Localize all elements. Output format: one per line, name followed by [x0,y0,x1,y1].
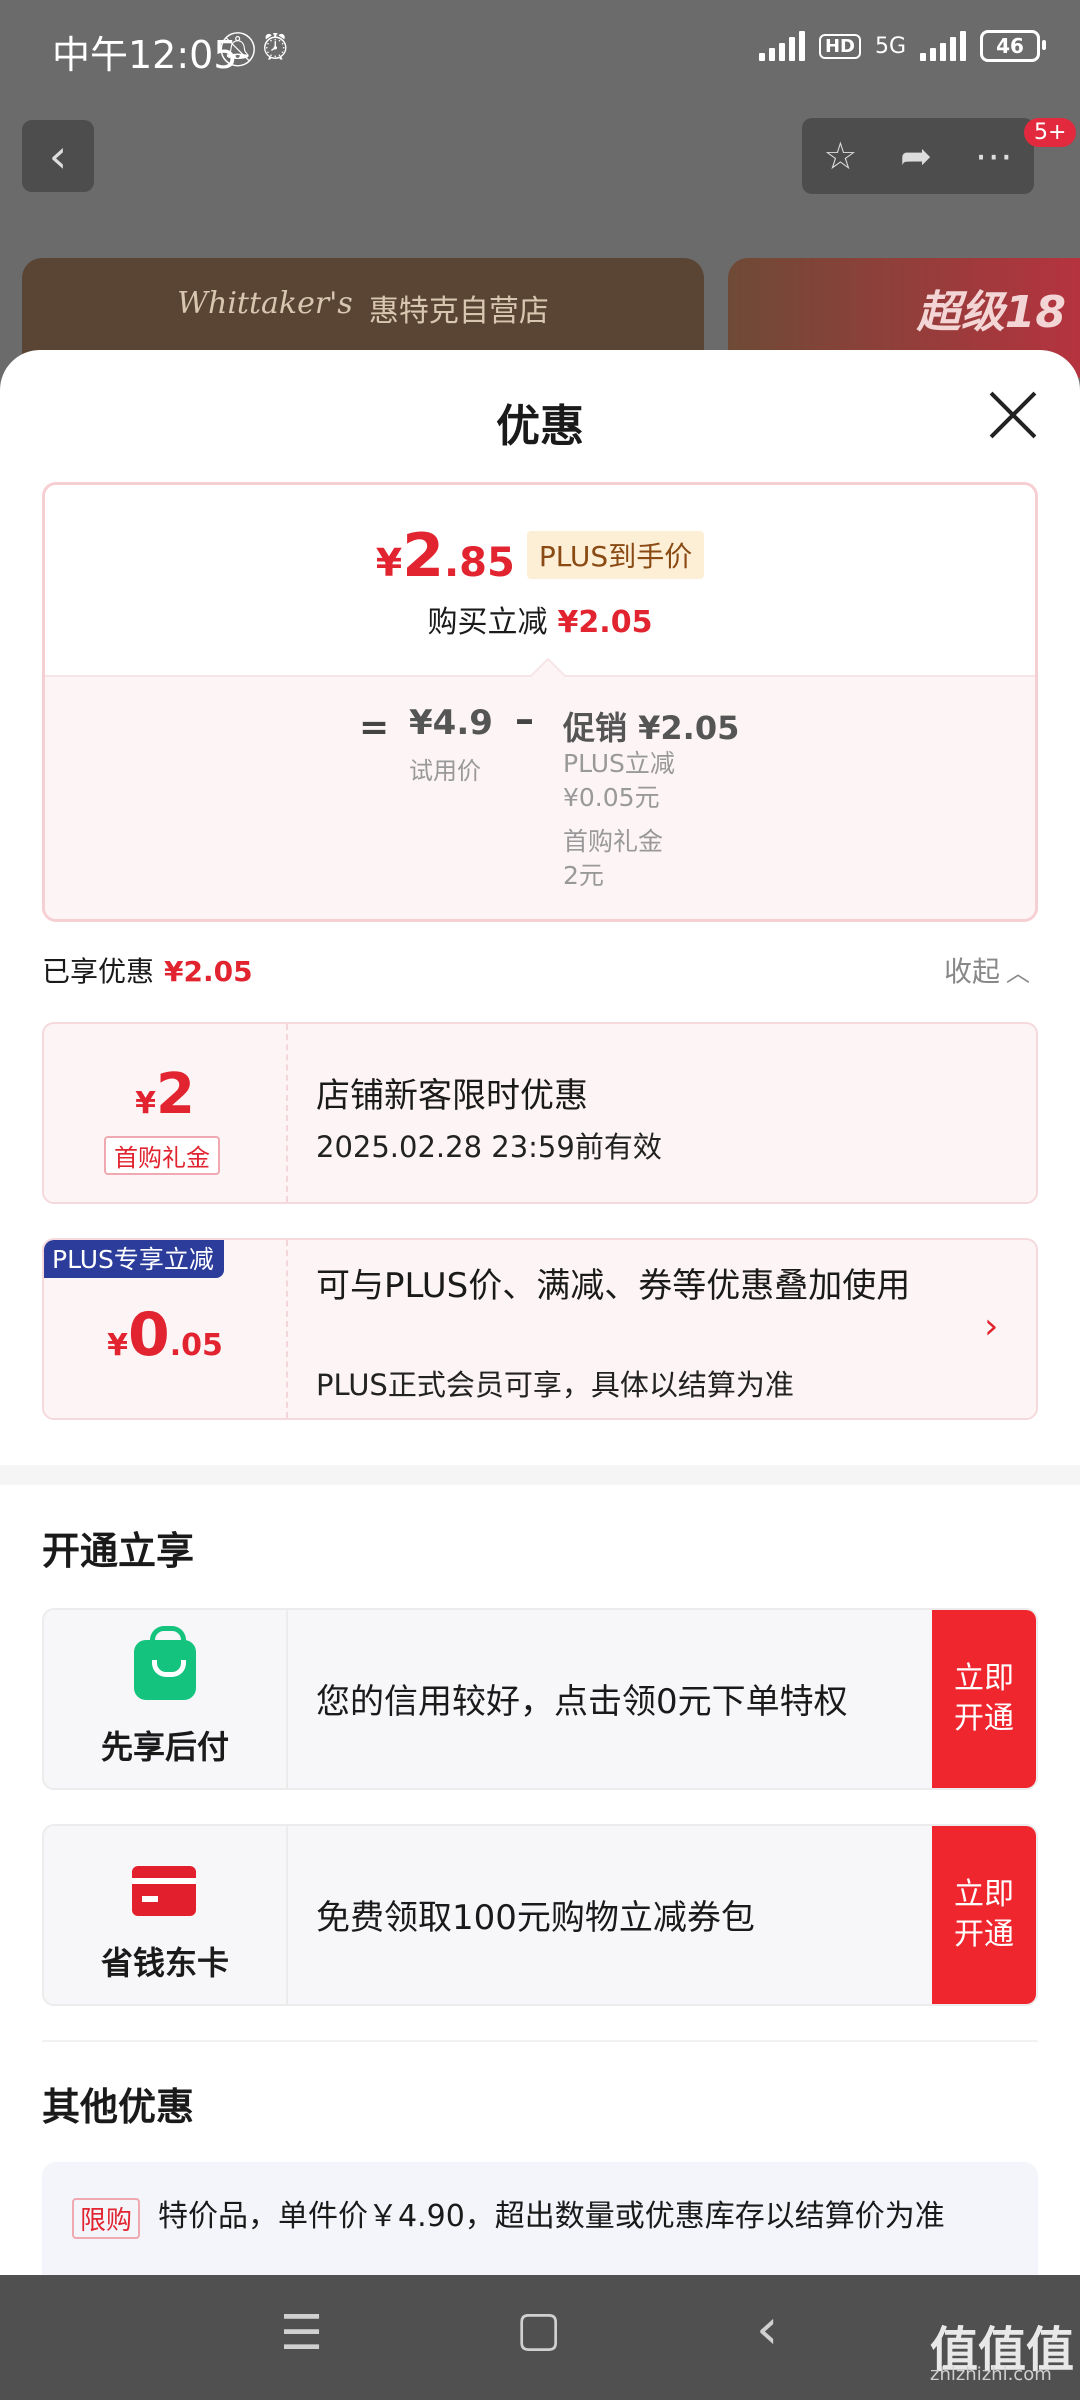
service-icon-area: 省钱东卡 [44,1826,288,2004]
price-breakdown [45,675,1035,919]
collapse-button[interactable]: 收起 ︿ [944,950,1030,990]
service-name: 先享后付 [100,1728,229,1766]
final-price: ¥ 2 .85 PLUS到手价 [45,521,1035,591]
price-symbol: ¥ [375,541,403,585]
discount-sheet: 优惠 ¥ 2 .85 PLUS到手价 购买立减 ¥2.05 = ¥4.9 试用价 … [0,350,1080,2275]
menu-icon[interactable]: ☰ [280,2305,323,2361]
service-icon-area: 先享后付 [44,1610,288,1788]
open-now-label: 立即开通 [954,1877,1014,1952]
coupon-amount: ¥2 [44,1062,286,1127]
open-now-button[interactable]: 立即开通 [932,1610,1036,1788]
price-decimal: .85 [443,540,515,586]
mute-bell-icon: 🔕︎ [216,30,260,70]
enjoyed-discount: 已享优惠 ¥2.05 [42,950,253,990]
top-tools: ☆ ➦ ⋯ [802,118,1034,194]
chevron-up-icon: ︿ [1006,959,1031,987]
back-button[interactable]: ‹ [22,120,94,192]
service-desc: 您的信用较好，点击领0元下单特权 [316,1682,848,1722]
price-integer: 2 [402,521,444,591]
coupon-decimal: .05 [169,1328,223,1363]
coupon-value: 0 [127,1300,170,1370]
service-name: 省钱东卡 [100,1944,229,1982]
message-badge: 5+ [1024,118,1077,147]
coupon-amount-area: PLUS专享立减 ¥0.05 [44,1240,288,1418]
price-card: ¥ 2 .85 PLUS到手价 购买立减 ¥2.05 = ¥4.9 试用价 – 促… [42,482,1038,922]
coupon-amount: ¥0.05 [44,1300,286,1370]
open-now-button[interactable]: 立即开通 [932,1826,1036,2004]
watermark-url: zhizhizhi.com [930,2364,1052,2385]
shopping-bag-icon [134,1626,196,1700]
coupon-amount-area: ¥2 首购礼金 [44,1024,288,1202]
more-icon[interactable]: ⋯ [975,134,1013,178]
service-pay-later[interactable]: 先享后付 您的信用较好，点击领0元下单特权 立即开通 [42,1608,1038,1790]
coupon-title: 店铺新客限时优惠 [316,1076,588,1116]
first-gift-label: 首购礼金 [563,827,664,856]
status-time: 中午12:05 [52,33,238,77]
coupon-expiry: 2025.02.28 23:59前有效 [316,1130,662,1164]
reduce-value: ¥2.05 [557,605,653,640]
coupon-value: 2 [155,1062,195,1127]
sheet-title: 优惠 [496,401,584,452]
network-label: 5G [874,33,906,59]
limit-text: 特价品，单件价￥4.90，超出数量或优惠库存以结算价为准 [158,2199,945,2234]
coupon-symbol: ¥ [107,1328,128,1363]
favorite-icon[interactable]: ☆ [823,134,857,178]
equals-sign: = [359,707,390,748]
status-icons: HD 5G 46 [758,30,1046,62]
close-icon[interactable] [986,388,1040,442]
section-divider [0,1465,1080,1485]
battery-level: 46 [996,34,1024,58]
enjoyed-label: 已享优惠 [42,955,155,988]
card-icon [132,1866,196,1916]
battery-icon: 46 [980,30,1046,62]
hd-icon: HD [818,33,861,59]
reduce-summary: 购买立减 ¥2.05 [45,597,1035,641]
status-bar: 中午12:05 🔕︎ ⏰︎ HD 5G 46 [0,0,1080,100]
signal-5g-icon [920,31,966,61]
signal-icon [758,31,805,61]
plus-flag: PLUS专享立减 [44,1240,224,1278]
collapse-label: 收起 [944,955,1001,988]
plus-reduce-label: PLUS立减 [563,749,675,778]
trial-price-label: 试用价 [409,757,481,785]
service-desc: 免费领取100元购物立减券包 [316,1898,755,1938]
coupon-symbol: ¥ [135,1086,156,1121]
minus-sign: – [515,697,534,741]
coupon-desc: PLUS正式会员可享，具体以结算为准 [316,1368,794,1402]
other-section-title: 其他优惠 [42,2085,195,2129]
open-now-label: 立即开通 [954,1661,1014,1736]
open-section-title: 开通立享 [42,1529,195,1573]
other-offer: 限购 特价品，单件价￥4.90，超出数量或优惠库存以结算价为准 [42,2162,1038,2275]
coupon-title: 可与PLUS价、满减、券等优惠叠加使用 [316,1266,911,1306]
plus-reduce-value: ¥0.05元 [563,783,660,812]
first-gift-value: 2元 [563,861,604,890]
back-nav-icon[interactable]: ‹ [756,2297,778,2362]
back-icon: ‹ [48,129,68,183]
reduce-label: 购买立减 [427,605,548,640]
enjoyed-value: ¥2.05 [164,955,253,988]
coupon-first-gift: ¥2 首购礼金 店铺新客限时优惠 2025.02.28 23:59前有效 [42,1022,1038,1204]
plus-price-tag: PLUS到手价 [526,531,705,579]
service-savings-card[interactable]: 省钱东卡 免费领取100元购物立减券包 立即开通 [42,1824,1038,2006]
limit-tag: 限购 [72,2198,141,2239]
system-nav-bar: ☰ ▢ ‹ [0,2275,1080,2400]
promo-total: 促销 ¥2.05 [563,709,740,747]
share-icon[interactable]: ➦ [900,134,932,178]
section-line [42,2040,1038,2042]
coupon-tag: 首购礼金 [104,1136,220,1175]
alarm-icon: ⏰︎ [262,28,289,68]
coupon-plus[interactable]: PLUS专享立减 ¥0.05 可与PLUS价、满减、券等优惠叠加使用 PLUS正… [42,1238,1038,1420]
chevron-right-icon[interactable]: › [984,1306,998,1347]
home-icon[interactable]: ▢ [516,2301,561,2357]
trial-price: ¥4.9 [409,703,493,743]
